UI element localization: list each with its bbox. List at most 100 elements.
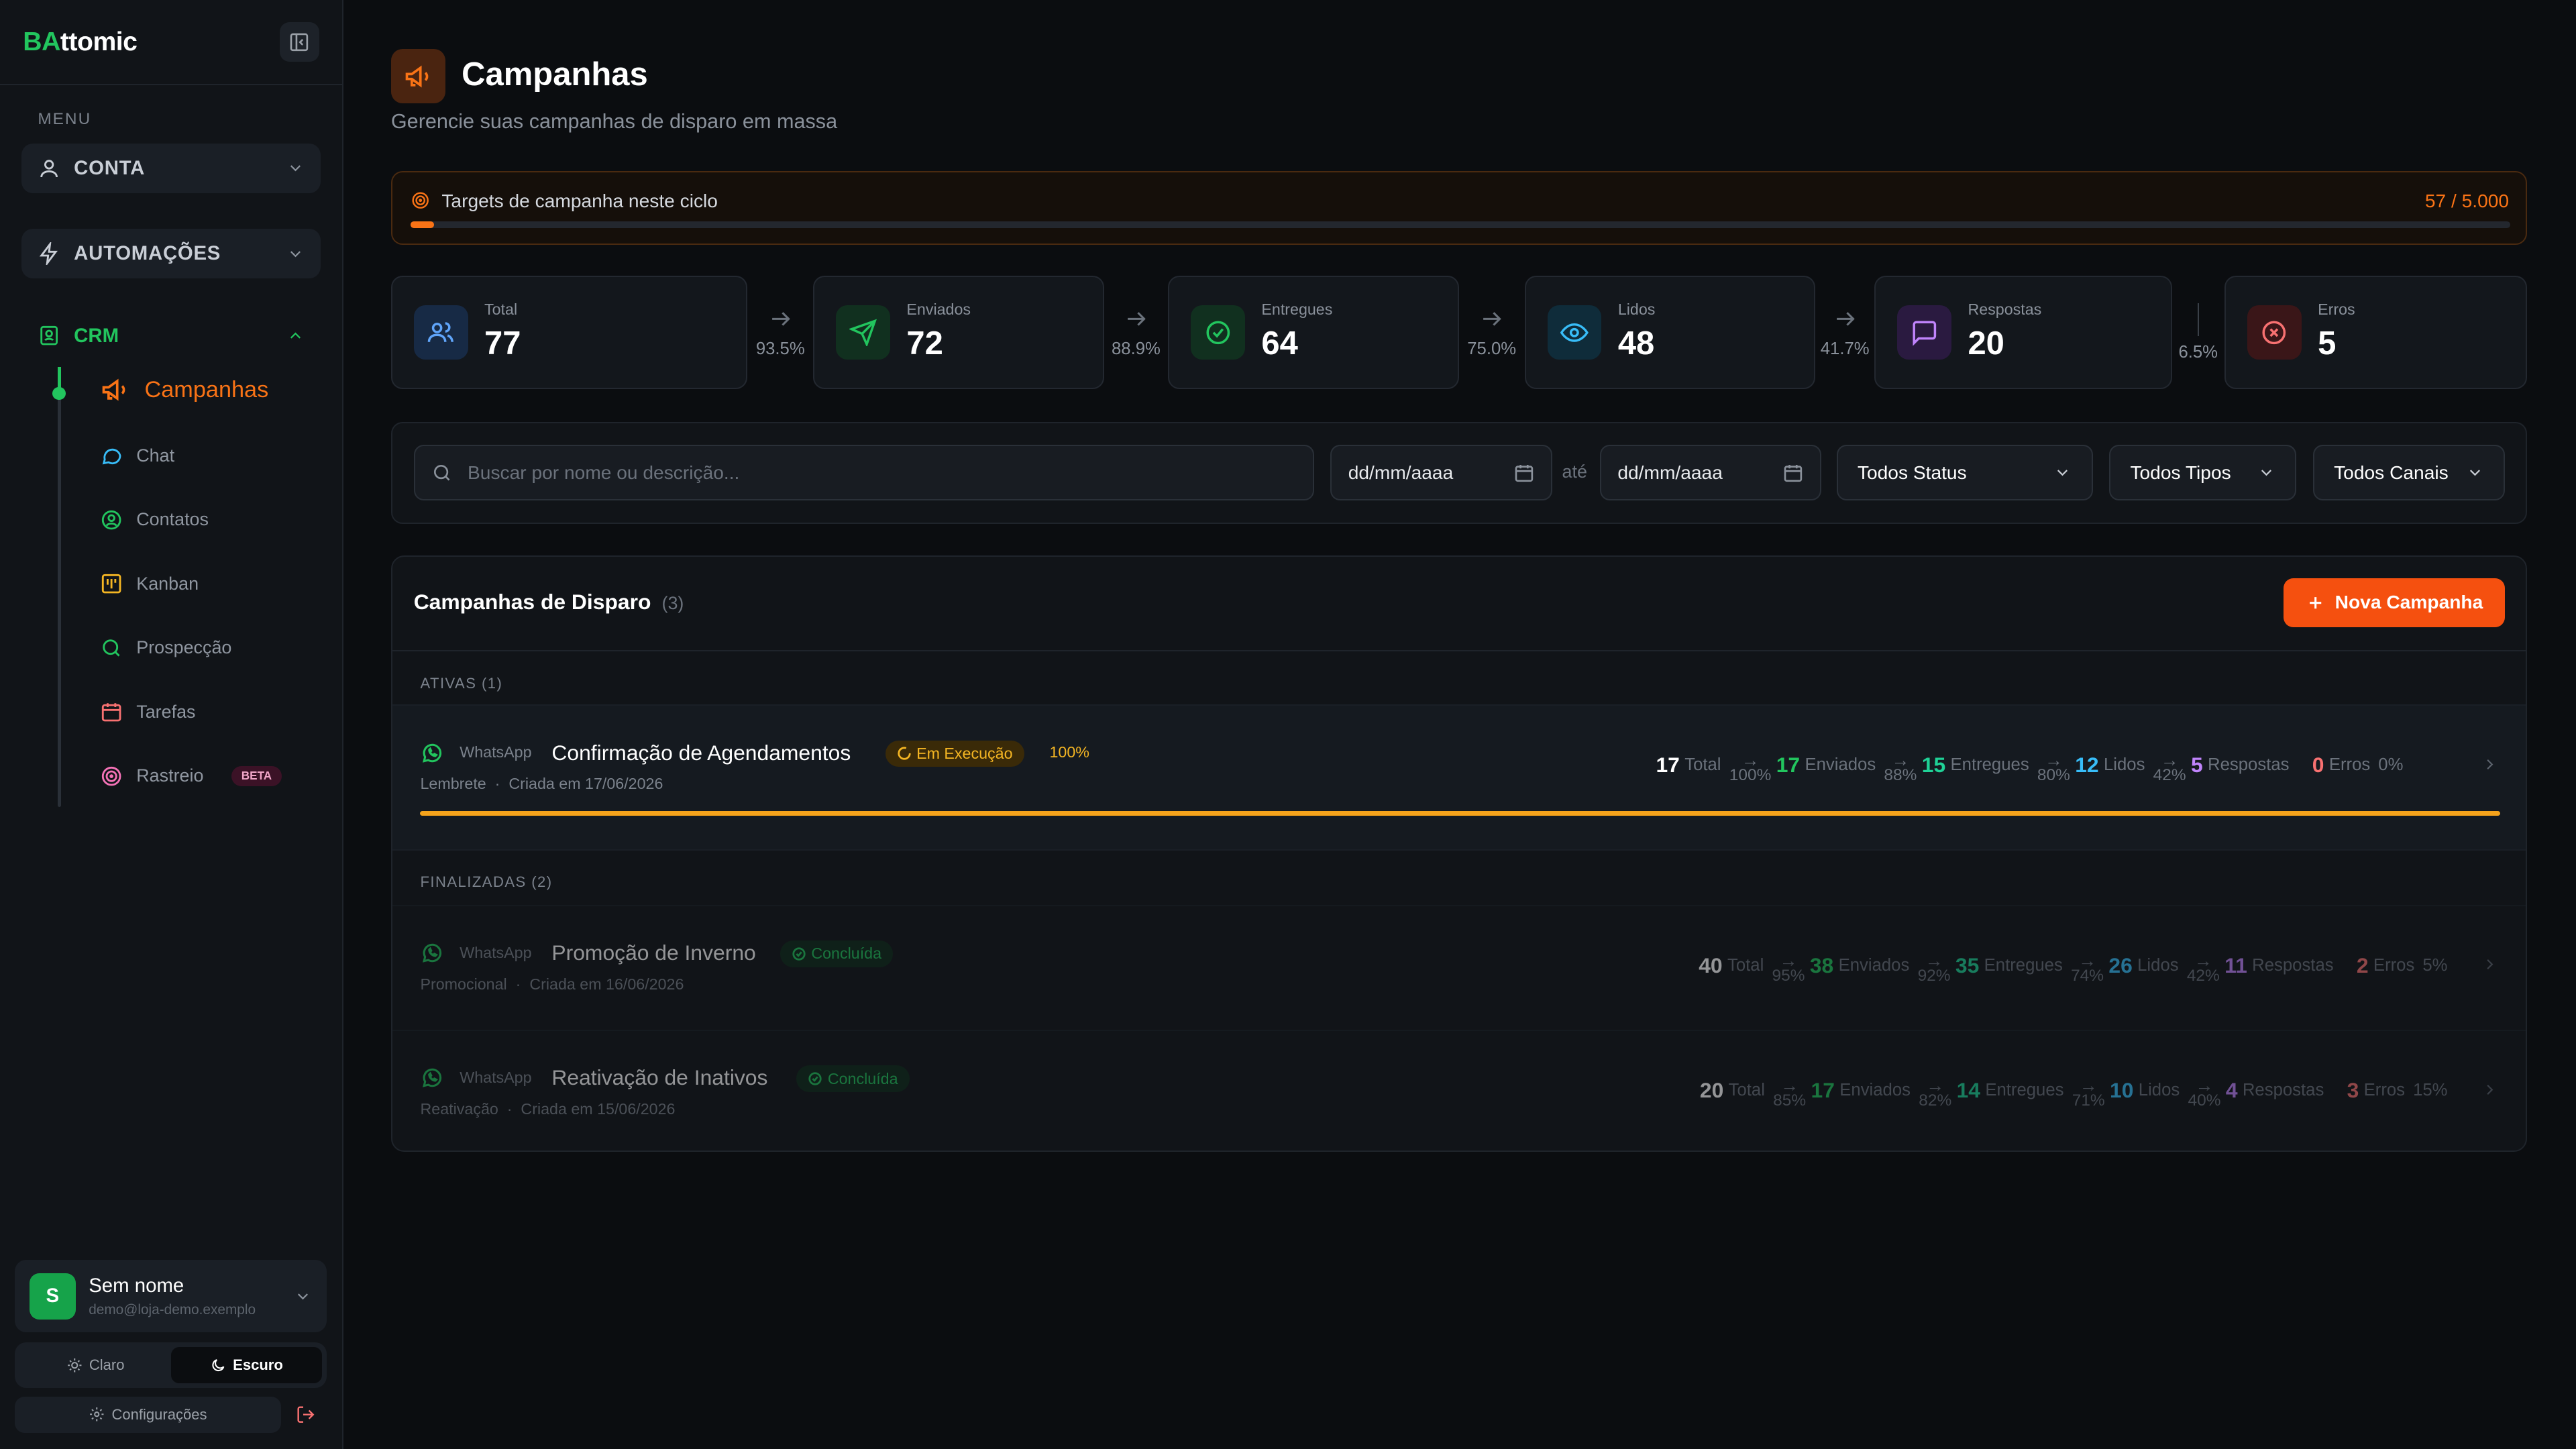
campaign-channel: WhatsApp xyxy=(460,944,532,962)
panel-title: Campanhas de Disparo xyxy=(413,589,651,614)
campaign-meta: Lembrete · Criada em 17/06/2026 xyxy=(420,775,663,792)
campaign-channel: WhatsApp xyxy=(460,743,532,761)
arrow-right-icon xyxy=(1483,312,1502,326)
beta-badge: BETA xyxy=(231,765,282,787)
chevron-right-icon[interactable] xyxy=(2481,1081,2499,1099)
calendar-icon[interactable] xyxy=(1782,462,1804,484)
divider xyxy=(2197,303,2199,336)
campaign-name[interactable]: Promoção de Inverno xyxy=(551,941,755,965)
date-to-input[interactable]: dd/mm/aaaa xyxy=(1599,445,1822,501)
conversion-rate: 88.9% xyxy=(1104,276,1169,389)
stat-icon-box xyxy=(1547,305,1602,360)
user-icon xyxy=(40,159,58,177)
calendar-icon[interactable] xyxy=(1513,462,1535,484)
brand-logo[interactable]: BAttomic xyxy=(23,28,138,57)
stat-card-total: Total 77 xyxy=(390,276,748,390)
logout-button[interactable] xyxy=(296,1405,315,1424)
stat-icon-box xyxy=(836,305,890,360)
sidebar-item-rastreio[interactable]: Rastreio BETA xyxy=(100,765,282,788)
chevron-up-icon xyxy=(290,332,301,339)
menu-section-label: MENU xyxy=(38,110,92,129)
type-select[interactable]: Todos Tipos xyxy=(2109,445,2297,501)
check-circle-icon xyxy=(1206,321,1230,344)
sidebar-item-campanhas[interactable]: Campanhas xyxy=(100,375,268,405)
search-box[interactable] xyxy=(413,445,1314,501)
brand-bar: BAttomic xyxy=(0,0,342,86)
user-info: Sem nome demo@loja-demo.exemplo xyxy=(89,1275,294,1318)
nav-group-automacoes[interactable]: AUTOMAÇÕES xyxy=(21,229,321,278)
sidebar-item-label: Rastreio xyxy=(136,765,204,786)
x-circle-icon xyxy=(2262,321,2286,344)
arrow-right-icon xyxy=(1836,312,1855,326)
campaign-row[interactable]: WhatsApp Promoção de Inverno Concluída P… xyxy=(392,904,2526,1030)
date-to-value: dd/mm/aaaa xyxy=(1617,462,1723,483)
nav-group-label: AUTOMAÇÕES xyxy=(74,242,221,265)
sidebar-item-chat[interactable]: Chat xyxy=(100,444,174,467)
stat-label: Erros xyxy=(2318,300,2355,318)
date-range-separator: até xyxy=(1562,461,1587,482)
campaign-name[interactable]: Reativação de Inativos xyxy=(551,1065,767,1090)
chevron-right-icon[interactable] xyxy=(2481,955,2499,973)
kanban-icon xyxy=(102,574,121,594)
quota-progress-bar xyxy=(410,221,2510,228)
date-from-value: dd/mm/aaaa xyxy=(1348,462,1454,483)
sidebar-item-label: Tarefas xyxy=(136,701,196,722)
nav-group-crm[interactable]: CRM xyxy=(21,311,321,360)
theme-light-button[interactable]: Claro xyxy=(19,1347,170,1383)
stat-card-erros: Erros 5 xyxy=(2224,276,2527,390)
sidebar-item-tarefas[interactable]: Tarefas xyxy=(100,700,196,723)
chevron-down-icon xyxy=(2261,470,2271,476)
whatsapp-icon xyxy=(423,1069,442,1088)
filters-bar: dd/mm/aaaa até dd/mm/aaaa Todos Status T… xyxy=(390,422,2527,525)
stat-card-entregues: Entregues 64 xyxy=(1168,276,1459,390)
channel-select[interactable]: Todos Canais xyxy=(2312,445,2506,501)
campaign-name[interactable]: Confirmação de Agendamentos xyxy=(551,741,851,765)
nav-group-label: CONTA xyxy=(74,156,146,179)
sidebar-toggle-icon xyxy=(290,33,309,51)
stat-icon-box xyxy=(1897,305,1951,360)
sidebar-item-contatos[interactable]: Contatos xyxy=(100,508,209,531)
stat-value: 48 xyxy=(1617,325,1655,362)
status-badge: Em Execução xyxy=(885,740,1024,767)
stat-value: 77 xyxy=(484,325,521,362)
megaphone-icon xyxy=(103,378,125,401)
contact-icon xyxy=(102,510,121,530)
stat-label: Lidos xyxy=(1617,300,1656,318)
section-label-finalizadas: FINALIZADAS (2) xyxy=(392,849,2526,905)
settings-button[interactable]: Configurações xyxy=(15,1396,281,1433)
new-campaign-button[interactable]: Nova Campanha xyxy=(2283,578,2506,628)
campaign-progress-bar xyxy=(420,810,2500,816)
user-email: demo@loja-demo.exemplo xyxy=(89,1301,256,1318)
user-menu[interactable]: S Sem nome demo@loja-demo.exemplo xyxy=(15,1260,327,1333)
send-icon xyxy=(849,319,877,347)
page-title: Campanhas xyxy=(462,56,648,93)
conversion-rate: 75.0% xyxy=(1459,276,1525,389)
whatsapp-icon xyxy=(423,944,442,963)
date-from-input[interactable]: dd/mm/aaaa xyxy=(1330,445,1552,501)
campaign-meta: Promocional · Criada em 16/06/2026 xyxy=(420,975,684,993)
nav-group-label: CRM xyxy=(74,324,119,347)
whatsapp-icon xyxy=(423,743,442,763)
check-circle-icon xyxy=(792,947,806,961)
sidebar-item-kanban[interactable]: Kanban xyxy=(100,572,199,595)
stat-label: Total xyxy=(484,300,518,318)
campaign-row[interactable]: WhatsApp Reativação de Inativos Concluíd… xyxy=(392,1030,2526,1150)
chevron-right-icon[interactable] xyxy=(2481,755,2499,773)
target-icon xyxy=(102,766,121,786)
campaigns-panel: Campanhas de Disparo (3) Nova Campanha A… xyxy=(390,555,2527,1152)
nav-group-conta[interactable]: CONTA xyxy=(21,144,321,193)
collapse-sidebar-button[interactable] xyxy=(279,22,319,62)
sidebar-item-prospeccao[interactable]: Prospecção xyxy=(100,637,231,659)
theme-dark-button[interactable]: Escuro xyxy=(170,1347,322,1384)
stat-card-lidos: Lidos 48 xyxy=(1524,276,1816,390)
campaign-row[interactable]: WhatsApp Confirmação de Agendamentos Em … xyxy=(392,704,2526,849)
status-select[interactable]: Todos Status xyxy=(1836,445,2093,501)
active-indicator-dot xyxy=(52,386,66,400)
arrow-right-icon xyxy=(772,312,790,326)
megaphone-icon xyxy=(405,65,429,88)
search-input[interactable] xyxy=(468,462,1256,484)
status-badge: Concluída xyxy=(796,1065,910,1092)
loader-icon xyxy=(898,747,911,760)
chevron-down-icon xyxy=(290,165,301,172)
stat-card-respostas: Respostas 20 xyxy=(1874,276,2172,390)
